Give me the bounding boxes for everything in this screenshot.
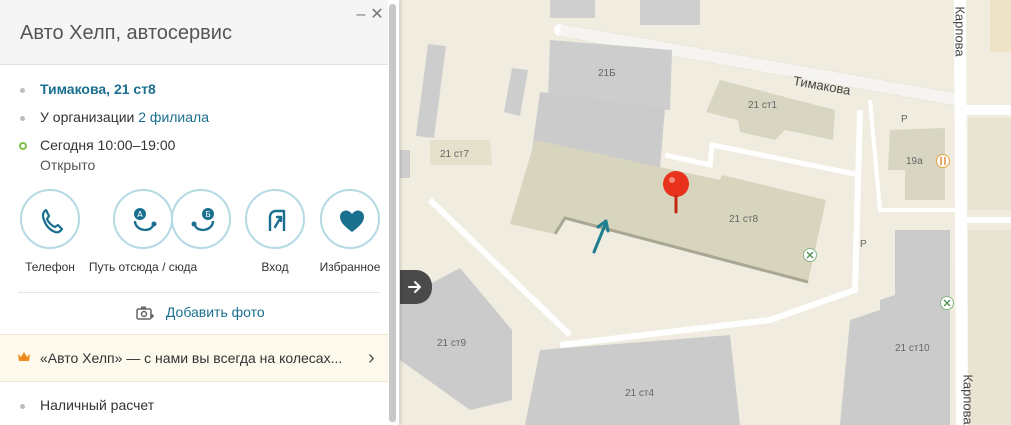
entrance-button-circle — [245, 189, 305, 249]
open-status: Открыто — [40, 157, 96, 173]
branches-link[interactable]: 2 филиала — [138, 109, 209, 125]
phone-button-circle — [20, 189, 80, 249]
route-to-button-circle: Б — [171, 189, 231, 249]
location-marker-icon[interactable] — [661, 170, 691, 214]
branches-prefix: У организации — [40, 109, 135, 125]
organization-panel: Авто Хелп, автосервис – ✕ Тимакова, 21 с… — [0, 0, 400, 425]
bullet-icon — [20, 116, 25, 121]
promo-banner[interactable]: «Авто Хелп» — с нами вы всегда на колеса… — [0, 334, 388, 382]
route-to-icon: Б — [191, 208, 215, 232]
open-status-icon — [19, 142, 27, 150]
restaurant-icon[interactable] — [936, 154, 950, 168]
route-label: Путь отсюда / сюда — [88, 260, 198, 274]
crown-icon — [18, 352, 30, 361]
close-icon: ✕ — [370, 6, 384, 23]
parking-label: P — [901, 114, 908, 125]
branches-text: У организации 2 филиала — [40, 109, 209, 125]
car-service-icon[interactable] — [940, 296, 954, 310]
add-photo-button[interactable]: Добавить фото — [136, 304, 265, 321]
route-icon: A — [133, 208, 157, 232]
divider — [18, 292, 380, 293]
building-label-21st1: 21 ст1 — [748, 100, 778, 111]
minimize-icon: – — [356, 6, 366, 23]
building-label-21b: 21Б — [598, 68, 616, 79]
route-to-button[interactable]: Б — [161, 189, 241, 249]
hours-text: Сегодня 10:00–19:00 — [40, 137, 176, 153]
building-label-21st9: 21 ст9 — [437, 338, 467, 349]
entrance-label: Вход — [261, 260, 289, 274]
collapse-panel-button[interactable] — [400, 270, 432, 304]
camera-icon — [136, 306, 154, 321]
favorite-button[interactable]: Избранное — [310, 189, 390, 274]
minimize-button[interactable]: – — [354, 6, 368, 24]
chevron-right-icon: › — [368, 347, 375, 369]
svg-text:Б: Б — [205, 210, 211, 219]
street-label-karpova-bottom: Карпова — [960, 374, 976, 425]
phone-label: Телефон — [25, 260, 75, 274]
svg-text:A: A — [137, 210, 143, 219]
entrance-button[interactable]: Вход — [235, 189, 315, 274]
heart-icon — [340, 210, 364, 232]
entrance-arrow-icon — [592, 219, 610, 254]
building-label-21st7: 21 ст7 — [440, 149, 470, 160]
favorite-button-circle — [320, 189, 380, 249]
building-label-19a: 19а — [906, 156, 923, 167]
bullet-icon — [20, 88, 25, 93]
bullet-icon — [20, 404, 25, 409]
building-label-21st10: 21 ст10 — [895, 343, 930, 354]
building-label-21st4: 21 ст4 — [625, 388, 655, 399]
promo-text: «Авто Хелп» — с нами вы всегда на колеса… — [40, 350, 343, 366]
organization-title: Авто Хелп, автосервис — [20, 22, 232, 44]
phone-icon — [41, 208, 64, 234]
panel-scrollbar[interactable] — [389, 4, 396, 422]
entrance-icon — [268, 209, 286, 231]
payment-text: Наличный расчет — [40, 397, 155, 413]
add-photo-label: Добавить фото — [165, 304, 265, 320]
arrow-right-icon — [408, 281, 421, 293]
street-label-karpova-top: Карпова — [952, 6, 968, 57]
car-service-icon[interactable] — [803, 248, 817, 262]
address-link[interactable]: Тимакова, 21 ст8 — [40, 81, 156, 97]
building-label-21st8: 21 ст8 — [729, 214, 759, 225]
favorite-label: Избранное — [319, 260, 381, 274]
panel-header: Авто Хелп, автосервис — [0, 0, 388, 65]
parking-label: P — [860, 239, 867, 250]
close-button[interactable]: ✕ — [370, 6, 384, 24]
phone-button[interactable]: Телефон — [10, 189, 90, 274]
